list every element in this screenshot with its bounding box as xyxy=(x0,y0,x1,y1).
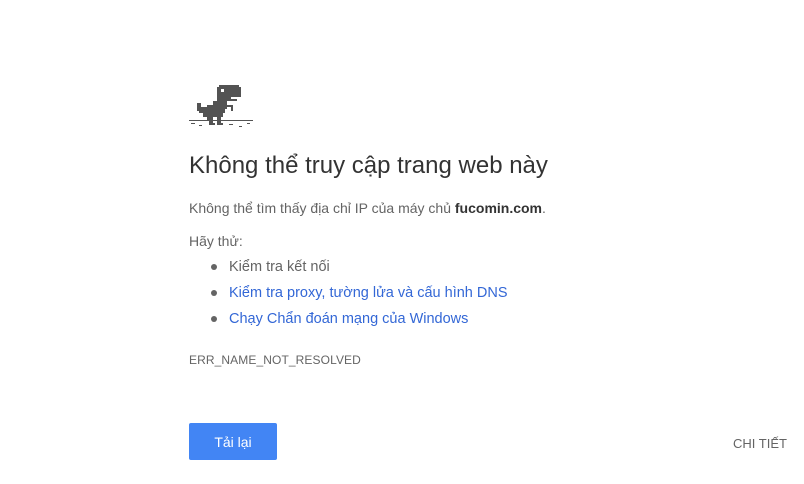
bullet-icon xyxy=(211,290,217,296)
suggestion-check-connection: Kiểm tra kết nối xyxy=(229,259,330,275)
bullet-icon xyxy=(211,264,217,270)
offline-dinosaur-icon xyxy=(189,85,253,129)
details-button[interactable]: CHI TIẾT xyxy=(733,436,787,451)
suggestions-heading: Hãy thử: xyxy=(189,233,243,249)
description-suffix: . xyxy=(542,200,546,216)
description-text: Không thể tìm thấy địa chỉ IP của máy ch… xyxy=(189,200,455,216)
suggestion-check-proxy-link[interactable]: Kiểm tra proxy, tường lửa và cấu hình DN… xyxy=(229,285,508,301)
list-item: Kiểm tra proxy, tường lửa và cấu hình DN… xyxy=(189,284,508,310)
reload-button[interactable]: Tải lại xyxy=(189,423,277,460)
suggestions-list: Kiểm tra kết nối Kiểm tra proxy, tường l… xyxy=(189,258,508,336)
error-description: Không thể tìm thấy địa chỉ IP của máy ch… xyxy=(189,200,546,216)
host-name: fucomin.com xyxy=(454,200,543,216)
error-code: ERR_NAME_NOT_RESOLVED xyxy=(189,353,361,367)
error-page: Không thể truy cập trang web này Không t… xyxy=(0,0,804,484)
suggestion-network-diagnostics-link[interactable]: Chạy Chẩn đoán mạng của Windows xyxy=(229,311,468,327)
list-item: Kiểm tra kết nối xyxy=(189,258,508,284)
list-item: Chạy Chẩn đoán mạng của Windows xyxy=(189,310,508,336)
page-title: Không thể truy cập trang web này xyxy=(189,152,548,179)
bullet-icon xyxy=(211,316,217,322)
